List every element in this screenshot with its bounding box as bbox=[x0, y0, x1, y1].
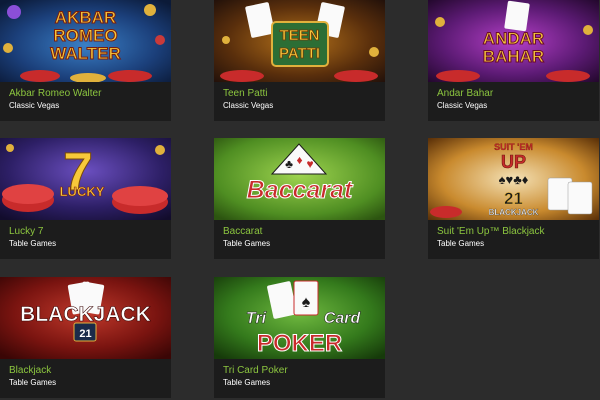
game-tile-lucky-7[interactable]: 7 LUCKY Lucky 7 Table Games bbox=[0, 138, 171, 259]
title-line-3: 21 bbox=[504, 189, 523, 208]
title-line-2: LUCKY bbox=[60, 184, 105, 199]
game-name[interactable]: Lucky 7 bbox=[9, 225, 167, 238]
baccarat-artwork: ♣ ♦ ♥ Baccarat bbox=[214, 138, 385, 220]
title-line-3: 21 bbox=[79, 328, 91, 340]
blackjack-artwork: BLACKJACK 21 bbox=[0, 277, 171, 359]
teen-patti-artwork: TEEN PATTI bbox=[214, 0, 385, 82]
game-tile-akbar-romeo-walter[interactable]: AKBAR ROMEO WALTER Akbar Romeo Walter Cl… bbox=[0, 0, 171, 121]
svg-text:BLACKJACK: BLACKJACK bbox=[20, 303, 151, 326]
game-thumbnail[interactable]: AKBAR ROMEO WALTER bbox=[0, 0, 171, 82]
game-tile-blackjack[interactable]: BLACKJACK 21 Blackjack Table Games bbox=[0, 277, 171, 398]
game-thumbnail[interactable]: BLACKJACK 21 bbox=[0, 277, 171, 359]
title-line-4: BLACKJACK bbox=[489, 208, 539, 217]
game-tile-tri-card-poker[interactable]: ♠ Tri Card POKER Tri Card Poker Table Ga… bbox=[214, 277, 385, 398]
title-line-2: PATTI bbox=[279, 45, 320, 62]
game-category: Classic Vegas bbox=[437, 101, 488, 110]
game-tile-baccarat[interactable]: ♣ ♦ ♥ Baccarat Baccarat Table Games bbox=[214, 138, 385, 259]
game-category: Table Games bbox=[9, 378, 57, 387]
heart-icon: ♥ bbox=[306, 157, 313, 171]
game-thumbnail[interactable]: SUIT 'EM UP ♠♥♣♦ 21 BLACKJACK bbox=[428, 138, 599, 220]
tri-card-poker-artwork: ♠ Tri Card POKER bbox=[214, 277, 385, 359]
game-name[interactable]: Teen Patti bbox=[223, 87, 381, 100]
title-line-2: JACK bbox=[94, 303, 151, 326]
title-line-1: SUIT 'EM bbox=[494, 142, 533, 152]
game-name[interactable]: Andar Bahar bbox=[437, 87, 595, 100]
title-line-1: AKBAR bbox=[55, 8, 116, 27]
game-thumbnail[interactable]: ♣ ♦ ♥ Baccarat bbox=[214, 138, 385, 220]
title-line-1: Tri bbox=[246, 310, 267, 327]
title-line-2: UP bbox=[501, 152, 526, 172]
title-line-1: TEEN bbox=[279, 27, 319, 44]
title-line-2: BAHAR bbox=[483, 47, 544, 66]
game-thumbnail[interactable]: TEEN PATTI bbox=[214, 0, 385, 82]
game-category: Table Games bbox=[223, 239, 271, 248]
game-category: Table Games bbox=[9, 239, 57, 248]
title-line-1: BLACK bbox=[20, 303, 94, 326]
game-name[interactable]: Blackjack bbox=[9, 364, 167, 377]
game-name[interactable]: Akbar Romeo Walter bbox=[9, 87, 167, 100]
game-category: Classic Vegas bbox=[223, 101, 274, 110]
title-line-3: WALTER bbox=[50, 44, 121, 63]
game-category: Table Games bbox=[223, 378, 271, 387]
spade-icon: ♠ bbox=[302, 294, 311, 311]
akbar-romeo-walter-artwork: AKBAR ROMEO WALTER bbox=[0, 0, 171, 82]
game-thumbnail[interactable]: 7 LUCKY bbox=[0, 138, 171, 220]
game-tile-suit-em-up-blackjack[interactable]: SUIT 'EM UP ♠♥♣♦ 21 BLACKJACK Suit 'Em U… bbox=[428, 138, 599, 259]
title-line-2: ROMEO bbox=[53, 26, 117, 45]
game-name[interactable]: Suit 'Em Up™ Blackjack bbox=[437, 225, 595, 238]
game-name[interactable]: Tri Card Poker bbox=[223, 364, 381, 377]
game-thumbnail[interactable]: ♠ Tri Card POKER bbox=[214, 277, 385, 359]
game-tile-teen-patti[interactable]: TEEN PATTI Teen Patti Classic Vegas bbox=[214, 0, 385, 121]
andar-bahar-artwork: ANDAR BAHAR bbox=[428, 0, 599, 82]
title-line-1: Baccarat bbox=[247, 176, 354, 204]
suit-em-up-blackjack-artwork: SUIT 'EM UP ♠♥♣♦ 21 BLACKJACK bbox=[428, 138, 599, 220]
diamond-icon: ♦ bbox=[296, 153, 302, 167]
game-tile-andar-bahar[interactable]: ANDAR BAHAR Andar Bahar Classic Vegas bbox=[428, 0, 599, 121]
game-thumbnail[interactable]: ANDAR BAHAR bbox=[428, 0, 599, 82]
lucky-7-artwork: 7 LUCKY bbox=[0, 138, 171, 220]
title-line-1: ANDAR bbox=[483, 29, 544, 48]
game-name[interactable]: Baccarat bbox=[223, 225, 381, 238]
card-suits-icon: ♠♥♣♦ bbox=[499, 172, 529, 187]
title-line-3: POKER bbox=[257, 330, 342, 357]
game-category: Table Games bbox=[437, 239, 485, 248]
game-category: Classic Vegas bbox=[9, 101, 60, 110]
club-icon: ♣ bbox=[285, 157, 293, 171]
title-line-2: Card bbox=[324, 310, 362, 327]
